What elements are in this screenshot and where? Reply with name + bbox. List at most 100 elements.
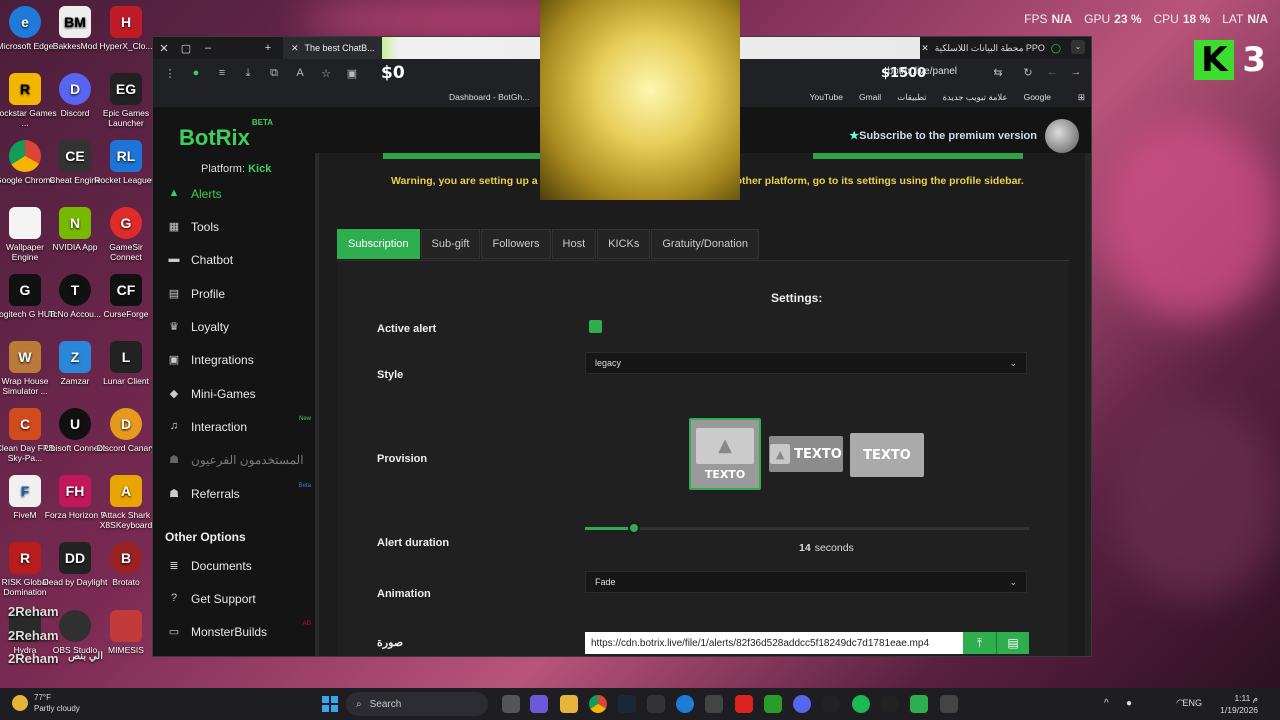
bookmark-youtube[interactable]: YouTube (810, 92, 843, 102)
tab-router[interactable]: ✕ محطة البيانات اللاسلكية PPO ◯ (921, 43, 1061, 54)
spotify-icon[interactable] (852, 695, 870, 713)
new-tab-icon[interactable]: + (257, 42, 279, 54)
app-icon[interactable] (764, 695, 782, 713)
desktop-icon[interactable]: B Brotato (93, 542, 159, 587)
app-icon[interactable] (705, 695, 723, 713)
desktop-icon[interactable]: RL Rocket League® (93, 140, 159, 185)
translate-icon[interactable]: A (293, 67, 307, 79)
sidebar-item-loyalty[interactable]: ♛ Loyalty (167, 316, 315, 338)
chrome-icon[interactable] (589, 695, 607, 713)
upload-button[interactable]: ⤒ (963, 632, 996, 654)
active-alert-checkbox[interactable] (589, 320, 602, 333)
apps-grid-icon[interactable]: ⊞ (1078, 92, 1085, 103)
forward-icon[interactable]: ← (1045, 66, 1059, 78)
slider-knob[interactable] (627, 522, 640, 534)
bookmark-new-tab[interactable]: علامة تبويب جديدة (943, 92, 1008, 103)
avatar[interactable] (1045, 119, 1079, 153)
sidebar-item-monsterbuilds[interactable]: ▭ MonsterBuilds AD (167, 621, 315, 643)
tune-icon[interactable]: ⇆ (991, 66, 1005, 79)
tab-subscription[interactable]: Subscription (337, 229, 420, 259)
sidebar-item-profile[interactable]: ▤ Profile (167, 283, 315, 305)
language-indicator[interactable]: ENG (1182, 698, 1202, 708)
sidebar-item-interaction[interactable]: ♫ Interaction New (167, 416, 315, 438)
ad-badge: AD (302, 621, 311, 627)
stream-overlay-image (540, 0, 740, 200)
tab-gratuity[interactable]: Gratuity/Donation (651, 229, 759, 259)
desktop-icon[interactable]: EG Epic Games Launcher (93, 73, 159, 128)
desktop-icon[interactable]: MIMESIS (93, 610, 159, 655)
bookmark-star-icon[interactable]: ☆ (319, 67, 333, 80)
sidebar-item-documents[interactable]: ≣ Documents (167, 555, 315, 577)
epic-games-icon[interactable] (647, 695, 665, 713)
desktop-icon[interactable]: L Lunar Client (93, 341, 159, 386)
clock[interactable]: م 1:11 1/19/2026 (1220, 692, 1258, 716)
top-action-button[interactable] (813, 153, 1023, 159)
provision-option-overlay[interactable]: TEXTO (850, 433, 924, 477)
reload-icon[interactable]: ↻ (1021, 66, 1035, 79)
page-scrollbar[interactable] (1085, 153, 1091, 656)
back-icon[interactable]: → (1069, 66, 1083, 78)
style-select[interactable]: legacy ⌄ (585, 352, 1027, 374)
microphone-icon[interactable]: ● (1126, 698, 1132, 709)
sidebar-item-alerts[interactable]: ▲ Alerts (167, 183, 315, 205)
tray-chevron-icon[interactable]: ^ (1104, 698, 1109, 709)
bookmark-google[interactable]: Google (1024, 92, 1051, 102)
desktop-icon[interactable]: CF CurseForge (93, 274, 159, 319)
wifi-icon[interactable]: ◠ (1176, 698, 1185, 709)
tab-followers[interactable]: Followers (481, 229, 551, 259)
task-view-icon[interactable] (502, 695, 520, 713)
tab-sub-gift[interactable]: Sub-gift (420, 229, 481, 259)
app-icon[interactable] (940, 695, 958, 713)
url-text[interactable]: botrix.live/panel (888, 66, 957, 77)
botrix-icon[interactable] (910, 695, 928, 713)
sidebar-item-tools[interactable]: ▦ Tools (167, 216, 315, 238)
sidebar-item-support[interactable]: ? Get Support (167, 588, 315, 610)
sidebar-item-referrals[interactable]: ☗ Referrals Beta (167, 483, 315, 505)
desktop-icon[interactable]: A Attack Shark X8SKeyboard (93, 475, 159, 530)
start-button[interactable] (322, 696, 338, 712)
search-box[interactable]: ⌕ Search (346, 692, 488, 716)
sidebar-item-subusers[interactable]: ☗ المستخدمون الفرعيون (167, 449, 315, 471)
desktop-icon[interactable]: D Discord Canary (93, 408, 159, 453)
app-icon[interactable] (822, 695, 840, 713)
file-explorer-icon[interactable] (560, 695, 578, 713)
tab-list-chevron-icon[interactable]: ⌄ (1071, 40, 1085, 54)
animation-select[interactable]: Fade ⌄ (585, 571, 1027, 593)
tab-close-icon[interactable]: ✕ (291, 43, 299, 54)
minimize-icon[interactable]: – (197, 42, 219, 54)
menu-icon[interactable]: ⋮ (163, 67, 177, 80)
premium-link[interactable]: ★Subscribe to the premium version (849, 129, 1037, 142)
provision-option-image-left[interactable]: ▲ TEXTO (769, 436, 843, 472)
obs-icon[interactable] (881, 695, 899, 713)
edge-icon[interactable] (676, 695, 694, 713)
close-window-icon[interactable]: ✕ (153, 42, 175, 55)
desktop-icon[interactable]: G GameSir Connect (93, 207, 159, 262)
cast-icon[interactable]: ▣ (345, 67, 359, 80)
bookmark-dashboard[interactable]: Dashboard - BotGh... (449, 92, 529, 102)
alert-duration-slider[interactable] (585, 522, 1029, 534)
reading-list-icon[interactable]: ≡ (215, 67, 229, 79)
botrix-logo[interactable]: BotRixBETA (179, 118, 273, 151)
copilot-icon[interactable] (530, 695, 548, 713)
tab-kicks[interactable]: KICKs (597, 229, 651, 259)
tab-botrix[interactable]: ✕ The best ChatB... (283, 37, 383, 59)
image-url-field[interactable]: https://cdn.botrix.live/file/1/alerts/82… (585, 632, 963, 654)
sidebar-item-integrations[interactable]: ▣ Integrations (167, 349, 315, 371)
bookmark-gmail[interactable]: Gmail (859, 92, 881, 102)
gallery-button[interactable]: ▤ (996, 632, 1029, 654)
provision-option-image-top[interactable]: ▲ TEXTO (689, 418, 761, 490)
weather-widget[interactable]: 77°F Partly cloudy (12, 692, 80, 714)
download-icon[interactable]: ⤓ (241, 67, 255, 80)
desktop-icon[interactable]: H HyperX_Clo... (93, 6, 159, 51)
lunar-icon[interactable] (735, 695, 753, 713)
sidebar-item-chatbot[interactable]: ▬ Chatbot (167, 249, 315, 271)
tab-close-icon[interactable]: ✕ (921, 43, 929, 54)
extensions-puzzle-icon[interactable]: ⧉ (267, 67, 281, 80)
sidebar-item-minigames[interactable]: ◆ Mini-Games (167, 383, 315, 405)
discord-icon[interactable] (793, 695, 811, 713)
tab-host[interactable]: Host (551, 229, 597, 259)
extension-icon[interactable]: ● (189, 67, 203, 79)
steam-icon[interactable] (618, 695, 636, 713)
bookmark-apps[interactable]: تطبيقات (897, 92, 926, 103)
maximize-icon[interactable]: ▢ (175, 42, 197, 55)
